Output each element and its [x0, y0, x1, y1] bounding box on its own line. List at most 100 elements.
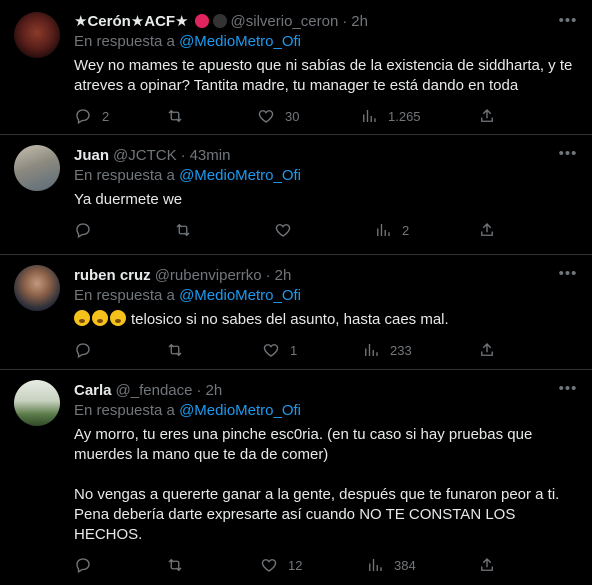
- views-button[interactable]: 2: [374, 220, 409, 240]
- views-icon: [369, 559, 382, 571]
- share-icon: [481, 109, 493, 122]
- dark-badge-icon: [212, 14, 227, 28]
- retweet-icon: [168, 343, 182, 357]
- action-bar: 2: [74, 220, 504, 240]
- like-button[interactable]: 30: [257, 106, 299, 126]
- like-count: 1: [290, 342, 298, 358]
- tweet-text: Ya duermete we: [74, 191, 183, 208]
- retweet-icon: [168, 109, 182, 123]
- reply-prefix: En respuesta a: [74, 33, 175, 50]
- reply-context: En respuesta a @MedioMetro_Ofi: [74, 402, 578, 422]
- reply-mention[interactable]: @MedioMetro_Ofi: [179, 402, 301, 419]
- share-icon: [481, 343, 493, 356]
- reply-button[interactable]: [74, 220, 102, 240]
- timestamp[interactable]: 2h: [275, 267, 292, 284]
- action-bar: 1 233: [74, 340, 504, 360]
- reply-icon: [76, 109, 90, 124]
- reply-icon: [76, 343, 90, 358]
- like-button[interactable]: 1: [262, 340, 297, 360]
- reply-button[interactable]: [74, 340, 102, 360]
- like-icon: [275, 224, 291, 237]
- tweet-text: telosico si no sabes del asunto, hasta c…: [131, 311, 449, 328]
- display-name[interactable]: ruben cruz: [74, 267, 151, 284]
- views-button[interactable]: 233: [362, 340, 412, 360]
- share-icon: [481, 558, 493, 571]
- views-button[interactable]: 384: [366, 555, 416, 575]
- separator-dot: ·: [342, 12, 348, 30]
- tweet[interactable]: ••• ★Cerón★ACF★ @silverio_ceron · 2h En …: [0, 0, 592, 135]
- hushed-face-emoji-icon: [110, 310, 126, 326]
- tweet-body: telosico si no sabes del asunto, hasta c…: [74, 310, 578, 330]
- reply-context: En respuesta a @MedioMetro_Ofi: [74, 167, 578, 187]
- reply-icon: [76, 223, 90, 238]
- avatar[interactable]: [14, 12, 60, 58]
- tweet[interactable]: ••• Carla @_fendace · 2h En respuesta a …: [0, 370, 592, 585]
- retweet-button[interactable]: [166, 340, 194, 360]
- tweet[interactable]: ••• ruben cruz @rubenviperrko · 2h En re…: [0, 255, 592, 370]
- share-button[interactable]: [478, 555, 496, 575]
- views-icon: [365, 344, 378, 356]
- avatar[interactable]: [14, 380, 60, 426]
- like-button[interactable]: 12: [260, 555, 302, 575]
- like-button[interactable]: [274, 220, 302, 240]
- avatar[interactable]: [14, 265, 60, 311]
- like-icon: [263, 344, 279, 357]
- tweet-header: Carla @_fendace · 2h: [74, 380, 578, 400]
- reply-prefix: En respuesta a: [74, 167, 175, 184]
- retweet-button[interactable]: [166, 555, 194, 575]
- handle[interactable]: @silverio_ceron: [231, 13, 339, 30]
- avatar[interactable]: [14, 145, 60, 191]
- like-icon: [258, 110, 274, 123]
- reply-mention[interactable]: @MedioMetro_Ofi: [179, 167, 301, 184]
- views-count: 384: [394, 557, 416, 573]
- red-badge-icon: [194, 14, 209, 28]
- separator-dot: ·: [180, 146, 186, 164]
- like-count: 30: [285, 108, 300, 124]
- retweet-button[interactable]: [166, 106, 194, 126]
- like-icon: [261, 559, 277, 572]
- display-name[interactable]: Carla: [74, 382, 112, 399]
- views-count: 233: [390, 342, 412, 358]
- like-count: 12: [288, 557, 303, 573]
- reply-count: 2: [102, 108, 110, 124]
- reply-button[interactable]: 2: [74, 106, 109, 126]
- views-count: 2: [402, 222, 410, 238]
- reply-context: En respuesta a @MedioMetro_Ofi: [74, 33, 578, 53]
- views-button[interactable]: 1.265: [360, 106, 421, 126]
- tweet[interactable]: ••• Juan @JCTCK · 43min En respuesta a @…: [0, 135, 592, 255]
- handle[interactable]: @JCTCK: [113, 147, 177, 164]
- tweet-text: Wey no mames te apuesto que ni sabías de…: [74, 57, 577, 94]
- reply-button[interactable]: [74, 555, 102, 575]
- retweet-button[interactable]: [174, 220, 202, 240]
- tweet-header: ★Cerón★ACF★ @silverio_ceron · 2h: [74, 11, 578, 31]
- action-bar: 2 30 1.265: [74, 106, 504, 126]
- timestamp[interactable]: 43min: [190, 147, 231, 164]
- share-button[interactable]: [478, 106, 496, 126]
- share-button[interactable]: [478, 220, 496, 240]
- reply-prefix: En respuesta a: [74, 287, 175, 304]
- tweet-header: ruben cruz @rubenviperrko · 2h: [74, 265, 578, 285]
- views-icon: [377, 224, 390, 236]
- reply-prefix: En respuesta a: [74, 402, 175, 419]
- reply-mention[interactable]: @MedioMetro_Ofi: [179, 33, 301, 50]
- display-name[interactable]: Juan: [74, 147, 109, 164]
- timestamp[interactable]: 2h: [351, 13, 368, 30]
- retweet-icon: [176, 223, 190, 237]
- reply-context: En respuesta a @MedioMetro_Ofi: [74, 287, 578, 307]
- views-count: 1.265: [388, 108, 421, 124]
- hushed-face-emoji-icon: [74, 310, 90, 326]
- timestamp[interactable]: 2h: [205, 382, 222, 399]
- separator-dot: ·: [196, 381, 202, 399]
- display-name[interactable]: ★Cerón★ACF★: [74, 12, 189, 30]
- share-button[interactable]: [478, 340, 496, 360]
- handle[interactable]: @_fendace: [116, 382, 193, 399]
- reply-icon: [76, 558, 90, 573]
- handle[interactable]: @rubenviperrko: [155, 267, 262, 284]
- share-icon: [481, 223, 493, 236]
- tweet-header: Juan @JCTCK · 43min: [74, 145, 578, 165]
- action-bar: 12 384: [74, 555, 504, 575]
- reply-mention[interactable]: @MedioMetro_Ofi: [179, 287, 301, 304]
- retweet-icon: [168, 558, 182, 572]
- hushed-face-emoji-icon: [92, 310, 108, 326]
- separator-dot: ·: [265, 266, 271, 284]
